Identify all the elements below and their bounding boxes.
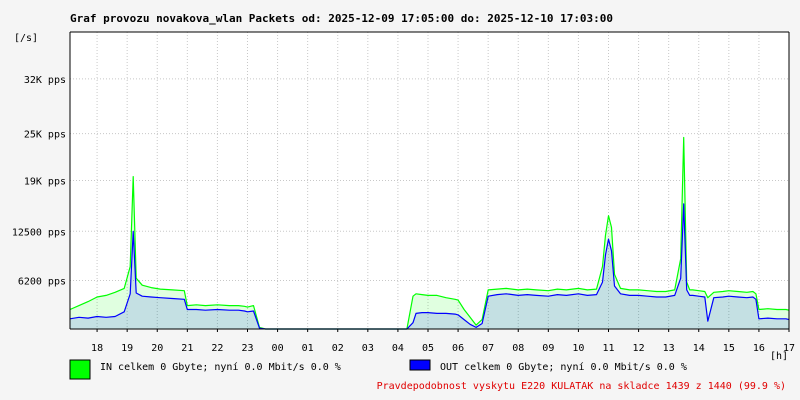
x-tick-label: 02: [332, 343, 344, 354]
x-tick-label: 11: [602, 343, 614, 354]
x-tick-label: 04: [392, 343, 404, 354]
x-tick-label: 05: [422, 343, 434, 354]
x-tick-label: 03: [362, 343, 374, 354]
y-tick-label: 6200 pps: [18, 277, 66, 288]
x-tick-label: 22: [211, 343, 223, 354]
x-tick-label: 21: [181, 343, 193, 354]
legend-in-swatch: [69, 359, 91, 380]
x-tick-label: 20: [151, 343, 163, 354]
y-tick-label: 32K pps: [24, 75, 66, 86]
x-tick-label: 16: [753, 343, 765, 354]
x-tick-label: 09: [542, 343, 554, 354]
x-tick-label: 10: [572, 343, 584, 354]
x-tick-label: 08: [512, 343, 524, 354]
x-tick-label: 14: [693, 343, 705, 354]
legend-out-label: OUT celkem 0 Gbyte; nyní 0.0 Mbit/s 0.0 …: [440, 361, 687, 373]
x-axis-label: [h]: [770, 351, 788, 362]
x-tick-label: 07: [482, 343, 494, 354]
y-axis-label: [/s]: [14, 33, 38, 44]
chart-title: Graf provozu novakova_wlan Packets od: 2…: [70, 12, 613, 25]
legend-out-swatch: [409, 359, 431, 371]
x-tick-label: 19: [121, 343, 133, 354]
x-tick-label: 23: [241, 343, 253, 354]
x-tick-label: 18: [91, 343, 103, 354]
availability-note: Pravdepodobnost vyskytu E220 KULATAK na …: [377, 381, 786, 392]
x-tick-label: 01: [302, 343, 314, 354]
legend-in-label: IN celkem 0 Gbyte; nyní 0.0 Mbit/s 0.0 %: [100, 361, 341, 373]
x-tick-label: 06: [452, 343, 464, 354]
y-tick-label: 12500 pps: [12, 227, 66, 238]
y-tick-label: 25K pps: [24, 130, 66, 141]
x-tick-label: 15: [723, 343, 735, 354]
traffic-chart: Graf provozu novakova_wlan Packets od: 2…: [0, 0, 800, 400]
x-tick-label: 12: [633, 343, 645, 354]
x-tick-label: 00: [272, 343, 284, 354]
x-tick-label: 13: [663, 343, 675, 354]
y-tick-label: 19K pps: [24, 177, 66, 188]
